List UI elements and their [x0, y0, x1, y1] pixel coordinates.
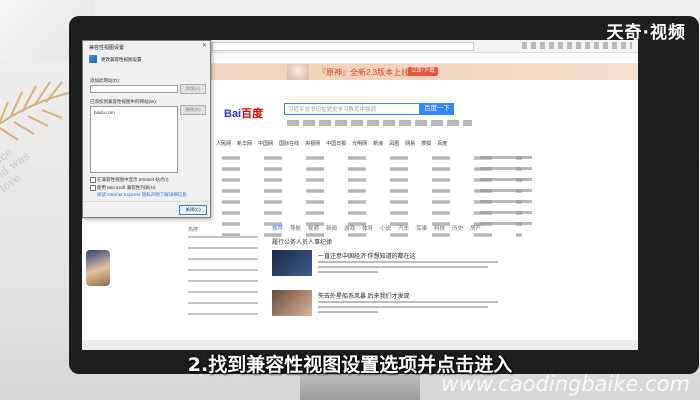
status-bar	[82, 340, 638, 350]
nav-item[interactable]: 网易	[405, 140, 415, 148]
nav-item[interactable]: 人民网	[216, 140, 231, 148]
side-character-image	[86, 250, 110, 286]
news-title[interactable]: 一直注意中国经济 你想知道的都在这	[318, 251, 416, 260]
palm-leaf-decoration	[0, 81, 74, 141]
close-icon[interactable]: ✕	[202, 42, 207, 49]
nav-item[interactable]: 百度	[437, 140, 447, 148]
news-thumbnail	[272, 250, 312, 276]
compat-view-dialog: 兼容性视图设置 ✕ 更改兼容性视图设置 添加此网站(D): 添加(A) 已添加到…	[82, 40, 211, 218]
nav-item[interactable]: 中国日报	[326, 140, 346, 148]
site-nav-row[interactable]: 人民网 新华网 中国网 国际在线 央视网 中国日报 光明网 新浪 凤凰 网易 搜…	[216, 140, 616, 148]
add-site-label: 添加此网站(D):	[90, 78, 120, 83]
nav-item[interactable]: 新华网	[237, 140, 252, 148]
site-list-label: 已添加到兼容性视图中的网站(W):	[90, 99, 157, 104]
list-item[interactable]: baidu.com	[94, 110, 115, 115]
add-site-input[interactable]	[90, 85, 178, 93]
dialog-title: 兼容性视图设置	[89, 45, 125, 51]
content-tabs[interactable]: 推荐 导航 视频 新闻 游戏 体育 小说 汽车 军事 科技 历史 房产	[272, 224, 552, 232]
remove-button[interactable]: 删除(R)	[180, 105, 206, 115]
tab-item[interactable]: 体育	[362, 224, 373, 232]
tab-item[interactable]: 历史	[452, 224, 463, 232]
nav-item[interactable]: 凤凰	[389, 140, 399, 148]
headline-link[interactable]: 履行公务人员人事纪律	[272, 237, 332, 246]
tab-item[interactable]: 新闻	[326, 224, 337, 232]
search-button[interactable]: 百度一下	[420, 103, 454, 115]
ms-list-checkbox[interactable]	[90, 185, 96, 191]
banner-character-image	[287, 64, 309, 80]
add-button[interactable]: 添加(A)	[180, 84, 206, 94]
news-item[interactable]: 一直注意中国经济 你想知道的都在这	[272, 250, 512, 276]
tab-item[interactable]: 小说	[380, 224, 391, 232]
hot-search-hints[interactable]	[287, 120, 472, 126]
browser-toolbar-icons[interactable]	[522, 42, 632, 49]
baidu-logo[interactable]: Bai百度	[224, 105, 263, 121]
tab-item[interactable]: 军事	[416, 224, 427, 232]
intranet-checkbox-label: 在兼容性视图中显示 Intranet 站点(I)	[97, 177, 169, 182]
banner-text: 『原神』全新2.3版本上线	[318, 68, 410, 77]
dialog-heading: 更改兼容性视图设置	[101, 57, 142, 62]
ms-list-checkbox-label: 使用 Microsoft 兼容性列表(U)	[97, 185, 156, 190]
search-input[interactable]: 习近平总书记在党史学习教育中强调	[284, 103, 420, 115]
video-logo-watermark: 天奇·视频	[606, 23, 686, 43]
news-item[interactable]: 失去外星船系风暴 后来我们才发现	[272, 290, 512, 316]
hot-list[interactable]	[188, 236, 258, 346]
dialog-divider	[83, 201, 210, 202]
tab-item[interactable]: 推荐	[272, 224, 283, 232]
address-bar[interactable]	[212, 42, 474, 51]
tab-item[interactable]: 汽车	[398, 224, 409, 232]
tab-item[interactable]: 视频	[308, 224, 319, 232]
baidu-logo-latin: Bai	[224, 108, 242, 120]
tab-item[interactable]: 导航	[290, 224, 301, 232]
nav-item[interactable]: 央视网	[305, 140, 320, 148]
baidu-logo-chinese: 百度	[241, 108, 264, 120]
banner-download-button[interactable]: 立即下载	[408, 67, 438, 76]
news-title[interactable]: 失去外星船系风暴 后来我们才发现	[318, 291, 410, 300]
site-watermark: www.caodingbaike.com	[441, 372, 690, 396]
settings-icon	[89, 55, 97, 63]
nav-item[interactable]: 新浪	[373, 140, 383, 148]
close-button[interactable]: 关闭(C)	[179, 205, 207, 215]
nav-item[interactable]: 光明网	[352, 140, 367, 148]
nav-item[interactable]: 国际在线	[279, 140, 299, 148]
browser-screen: 『原神』全新2.3版本上线 立即下载 Bai百度 习近平总书记在党史学习教育中强…	[82, 40, 638, 350]
monitor-stand	[300, 374, 420, 400]
news-thumbnail	[272, 290, 312, 316]
intranet-checkbox[interactable]	[90, 177, 96, 183]
privacy-link[interactable]: 阅读 Internet Explorer 隐私声明了解详细信息	[97, 192, 187, 198]
tab-item[interactable]: 房产	[470, 224, 481, 232]
nav-item[interactable]: 搜狐	[421, 140, 431, 148]
site-list[interactable]: baidu.com	[90, 106, 178, 173]
nav-item[interactable]: 中国网	[258, 140, 273, 148]
hot-list-label: 热搜	[188, 227, 199, 233]
tab-item[interactable]: 游戏	[344, 224, 355, 232]
tab-item[interactable]: 科技	[434, 224, 445, 232]
